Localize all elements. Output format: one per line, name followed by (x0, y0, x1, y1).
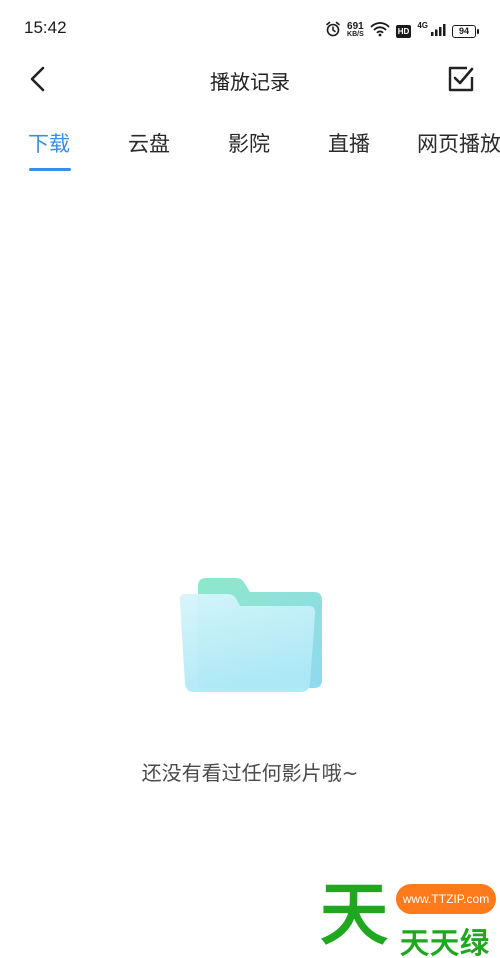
tab-active-indicator (29, 168, 71, 171)
net-speed-unit: KB/S (347, 31, 364, 38)
net-speed: 691 KB/S (347, 21, 364, 39)
status-bar: 15:42 691 KB/S HD 4G 94 (0, 0, 500, 60)
header: 播放记录 (0, 56, 500, 102)
tab-download[interactable]: 下载 (28, 128, 70, 158)
signal-icon (430, 22, 446, 41)
edit-select-button[interactable] (446, 64, 476, 94)
empty-state-message: 还没有看过任何影片哦~ (141, 761, 359, 785)
folder-icon (172, 572, 328, 702)
page-title: 播放记录 (210, 70, 290, 94)
status-time: 15:42 (24, 18, 67, 37)
network-type-label: 4G (417, 21, 428, 30)
watermark-big-char: 天 (320, 876, 389, 955)
watermark-brand: 天天绿软 (400, 926, 491, 958)
alarm-icon (325, 21, 341, 41)
battery-level: 94 (458, 26, 469, 36)
tab-cloud-drive[interactable]: 云盘 (128, 128, 170, 158)
checkbox-edit-icon (448, 66, 474, 92)
tab-web-playback[interactable]: 网页播放 (417, 128, 500, 158)
hd-icon: HD (395, 24, 412, 38)
watermark: 天 www.TTZIP.com 天天绿软 (318, 880, 500, 958)
tab-cinema[interactable]: 影院 (228, 128, 270, 158)
net-speed-value: 691 (347, 21, 364, 32)
status-icons: 691 KB/S HD 4G 94 (325, 20, 479, 42)
wifi-icon (370, 21, 390, 41)
screen: 15:42 691 KB/S HD 4G 94 播放记录 下载 云盘 影院 直播… (0, 0, 500, 958)
tab-live[interactable]: 直播 (328, 128, 370, 158)
battery-icon: 94 (452, 24, 479, 38)
watermark-url: www.TTZIP.com (396, 884, 496, 914)
tab-bar: 下载 云盘 影院 直播 网页播放 (0, 118, 500, 178)
